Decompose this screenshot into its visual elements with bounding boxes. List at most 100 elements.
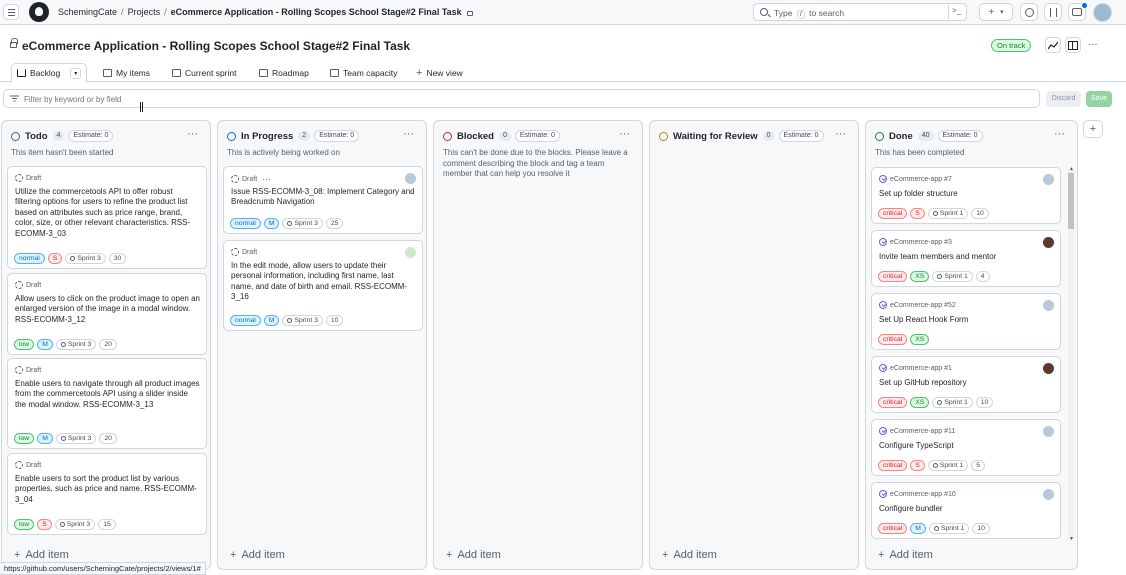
card[interactable]: Draft Utilize the commercetools API to of… [7,166,207,269]
scroll-up-icon[interactable]: ▲ [1069,166,1074,172]
status-circle-icon [227,131,236,141]
user-avatar[interactable] [1093,3,1112,22]
card-fields: critical M Sprint 1 10 [878,523,990,534]
sprint-label: Sprint 3 [55,339,97,350]
github-logo-icon[interactable] [29,2,49,22]
tab-my-items[interactable]: My items [103,64,150,82]
assignee-avatar[interactable] [405,173,416,184]
card-title[interactable]: Enable users to navigate through all pro… [15,379,200,410]
side-panel-icon[interactable] [1065,37,1081,53]
card-fields: low S Sprint 3 15 [14,519,116,530]
draft-icon [15,461,23,469]
assignee-avatar[interactable] [1043,300,1054,311]
card[interactable]: eCommerce-app #52 Set Up React Hook Form c… [871,293,1061,350]
tab-team-capacity[interactable]: Team capacity [330,64,397,82]
save-button[interactable]: Save [1086,91,1112,107]
priority-label: low [14,433,35,444]
assignee-avatar[interactable] [405,247,416,258]
scrollbar-thumb[interactable] [1068,173,1074,229]
project-more-icon[interactable]: ··· [1085,37,1101,53]
add-item-button[interactable]: + Add item [14,549,74,561]
card[interactable]: Draft In the edit mode, allow users to up… [223,240,423,331]
add-item-button[interactable]: + Add item [446,549,506,561]
column-more-icon[interactable]: ··· [619,128,630,140]
command-palette-icon[interactable]: >_ [948,5,964,19]
discard-button[interactable]: Discard [1046,91,1081,107]
card-title[interactable]: Enable users to sort the product list by… [15,474,200,505]
assignee-avatar[interactable] [1043,237,1054,248]
card[interactable]: Draft Enable users to navigate through al… [7,358,207,449]
card[interactable]: eCommerce-app #3 Invite team members and … [871,230,1061,287]
add-item-button[interactable]: + Add item [230,549,290,561]
card-menu-icon[interactable]: ··· [262,174,271,184]
column-count: 4 [52,131,65,141]
column-more-icon[interactable]: ··· [835,128,846,140]
card-title[interactable]: Set up GitHub repository [879,378,1054,388]
card-meta: Draft [15,281,41,289]
column-header: Blocked 0 Estimate: 0 [434,129,642,143]
tab-current-sprint[interactable]: Current sprint [172,64,237,82]
card[interactable]: Draft Enable users to sort the product li… [7,453,207,535]
status-badge[interactable]: On track [991,39,1032,52]
assignee-avatar[interactable] [1043,174,1054,185]
card[interactable]: eCommerce-app #10 Configure bundler critic… [871,482,1061,539]
insights-icon[interactable] [1045,37,1061,53]
card-fields: normal M Sprint 3 10 [230,315,344,326]
priority-label: critical [878,397,908,408]
assignee-avatar[interactable] [1043,426,1054,437]
column-scrollbar[interactable] [1068,169,1074,539]
draft-icon [15,281,23,289]
column-count: 0 [498,131,511,141]
priority-label: critical [878,271,908,282]
filter-input[interactable] [24,93,624,105]
create-new-button[interactable]: + ▾ [979,3,1013,21]
card[interactable]: eCommerce-app #1 Set up GitHub repository… [871,356,1061,413]
card-title[interactable]: Utilize the commercetools API to offer r… [15,187,200,239]
tab-roadmap[interactable]: Roadmap [259,64,309,82]
card-meta: eCommerce-app #11 [879,427,955,435]
draft-icon [15,366,23,374]
scroll-down-icon[interactable]: ▼ [1069,536,1074,542]
status-circle-icon [659,131,668,141]
card-title[interactable]: Set up folder structure [879,189,1054,199]
sprint-label: Sprint 1 [927,460,969,471]
tab-backlog[interactable]: Backlog ▾ [11,63,88,83]
card[interactable]: Draft Allow users to click on the product… [7,273,207,355]
pull-requests-icon[interactable] [1044,3,1062,21]
page-title: eCommerce Application - Rolling Scopes S… [22,39,411,53]
menu-icon[interactable] [3,4,19,20]
add-column-button[interactable]: + [1083,120,1103,138]
column-description: This item hasn't been started [11,148,114,157]
card[interactable]: eCommerce-app #7 Set up folder structure c… [871,167,1061,224]
card[interactable]: Draft ··· Issue RSS-ECOMM-3_08: Implement … [223,166,423,234]
breadcrumb-user[interactable]: SchemingCate [58,7,117,17]
column-more-icon[interactable]: ··· [1054,128,1065,140]
column-more-icon[interactable]: ··· [403,128,414,140]
column-more-icon[interactable]: ··· [187,128,198,140]
card-title[interactable]: Issue RSS-ECOMM-3_08: Implement Category… [231,187,416,208]
card-title[interactable]: In the edit mode, allow users to update … [231,261,416,303]
column-2: Blocked 0 Estimate: 0 ··· This can't be done… [433,120,643,570]
issues-icon[interactable] [1020,3,1038,21]
card-title[interactable]: Configure bundler [879,504,1054,514]
column-4: Done 40 Estimate: 0 ··· This has been comple… [865,120,1078,570]
assignee-avatar[interactable] [1043,489,1054,500]
new-view-button[interactable]: + New view [416,64,463,82]
add-item-button[interactable]: + Add item [878,549,938,561]
assignee-avatar[interactable] [1043,363,1054,374]
column-description: This is actively being worked on [227,148,340,157]
card-title[interactable]: Set Up React Hook Form [879,315,1054,325]
add-item-button[interactable]: + Add item [662,549,722,561]
column-count: 2 [298,131,311,141]
search-input[interactable]: Type / to search >_ [753,3,967,21]
breadcrumb-projects[interactable]: Projects [128,7,161,17]
breadcrumb-project[interactable]: eCommerce Application - Rolling Scopes S… [171,7,462,17]
card[interactable]: eCommerce-app #11 Configure TypeScript cri… [871,419,1061,476]
card-title[interactable]: Allow users to click on the product imag… [15,294,200,325]
priority-label: low [14,339,35,350]
column-description: This can't be done due to the blocks. Pl… [443,148,628,178]
view-options-icon[interactable]: ▾ [70,67,82,79]
card-title[interactable]: Invite team members and mentor [879,252,1054,262]
card-title[interactable]: Configure TypeScript [879,441,1054,451]
column-description: This has been completed [875,148,965,157]
